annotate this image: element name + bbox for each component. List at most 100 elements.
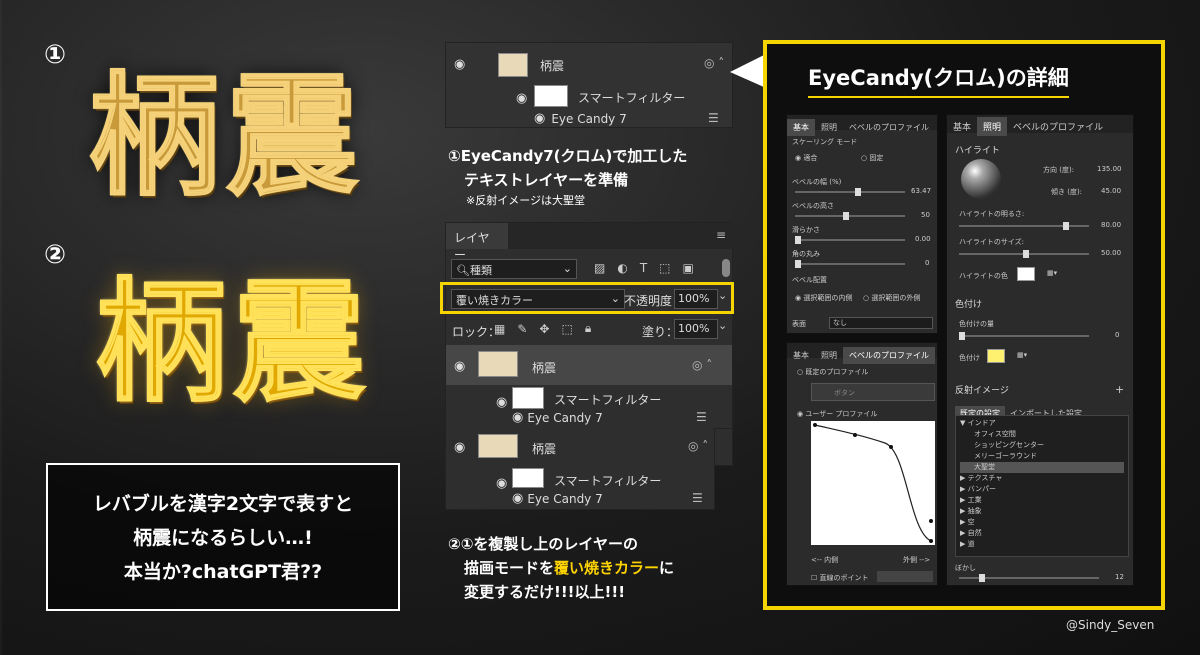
filter-options-icon[interactable]: ☰ [696,410,707,424]
preset-profile-radio[interactable]: ○ 既定のプロファイル [797,367,868,377]
size-slider[interactable] [959,250,1089,258]
tree-item[interactable]: ショッピングセンター [960,440,1124,451]
shape-filter-icon[interactable]: ⬚ [659,261,670,275]
eye-icon[interactable]: ◉ [454,57,465,72]
color-picker-icon[interactable]: ▦▾ [1047,269,1057,277]
tree-item[interactable]: メリーゴーラウンド [960,451,1124,462]
tab-bevel-profile[interactable]: ベベルのプロファイル [843,347,935,364]
add-icon[interactable]: + [1115,383,1124,396]
smart-object-icon[interactable]: ◎ ˄ [704,56,724,70]
tint-color-swatch[interactable] [987,349,1005,363]
eye-icon[interactable]: ◉ [496,395,507,410]
tree-item[interactable]: ▶ 自然 [960,528,1124,539]
tree-item[interactable]: オフィス空間 [960,429,1124,440]
scale-fit-radio[interactable]: ◉ 適合 [795,153,817,163]
tint-amount-label: 色付けの量 [959,320,994,328]
filter-mask-thumbnail [512,468,544,488]
color-picker-icon[interactable]: ▦▾ [1017,351,1027,359]
tree-item[interactable]: ▶ 工業 [960,495,1124,506]
lock-position-icon[interactable]: ✥ [539,322,549,336]
eyecandy-lighting-panel: 基本 照明 ベベルのプロファイル ハイライト 方向 (度): 135.00 傾き (… [946,114,1134,586]
scale-fixed-radio[interactable]: ○ 固定 [861,153,883,163]
smoothness-slider[interactable] [795,236,905,244]
eyecandy-profile-panel: 基本 照明 ベベルのプロファイル ○ 既定のプロファイル ボタン ◉ ユーザー プロ… [786,342,938,586]
eye-icon[interactable]: ◉ [496,476,507,491]
tab-lighting[interactable]: 照明 [977,117,1008,136]
tree-item[interactable]: ▶ 空 [960,517,1124,528]
filter-options-icon[interactable]: ☰ [692,491,703,505]
eye-icon[interactable]: ◉ [512,491,523,506]
layer-name[interactable]: 柄震 [540,57,564,74]
smart-filter-label[interactable]: スマートフィルター [578,89,685,106]
eye-icon[interactable]: ◉ [534,111,545,126]
image-filter-icon[interactable]: ▨ [594,261,605,275]
filter-name[interactable]: Eye Candy 7 [527,411,602,425]
panel-menu-icon[interactable]: ≡ [716,228,726,242]
smart-object-filter-icon[interactable]: ▣ [683,261,694,275]
layer-name[interactable]: 柄震 [532,440,556,457]
eye-icon[interactable]: ◉ [516,91,527,106]
profile-curve-editor[interactable] [811,421,935,545]
highlight-label: ハイライト [955,146,1000,156]
smart-filter-label[interactable]: スマートフィルター [554,391,661,408]
tab-basic[interactable]: 基本 [947,117,977,136]
direction-value[interactable]: 135.00 [1097,165,1122,173]
straight-point-checkbox[interactable]: ☐ 直線のポイント [811,573,869,583]
tab-bevel-profile[interactable]: ベベルのプロファイル [1007,117,1109,136]
filter-name[interactable]: Eye Candy 7 [551,112,626,126]
tab-basic[interactable]: 基本 [787,347,815,364]
fill-input[interactable]: 100% [674,319,718,339]
gold-text-sample: 柄震 [94,264,371,421]
corner-round-slider[interactable] [795,260,905,268]
tilt-value[interactable]: 45.00 [1101,187,1121,195]
direction-label: 方向 (度): [1043,166,1075,174]
tree-item[interactable]: ▼ インドア [960,418,1124,429]
smart-object-icon[interactable]: ◎ ˄ [692,358,712,372]
filter-toggle[interactable] [722,259,730,277]
bevel-width-slider[interactable] [795,188,905,196]
tab-bevel-profile[interactable]: ベベルのプロファイル [843,119,935,136]
layer-name[interactable]: 柄震 [532,359,556,376]
smart-filter-label[interactable]: スマートフィルター [554,472,661,489]
surface-select[interactable]: なし [829,317,933,329]
eye-icon[interactable]: ◉ [454,359,465,374]
delete-point-button[interactable] [877,571,933,582]
tab-lighting[interactable]: 照明 [815,347,843,364]
bevel-height-slider[interactable] [795,212,905,220]
tab-basic[interactable]: 基本 [787,119,815,136]
tree-item[interactable]: ▶ バンパー [960,484,1124,495]
inside-radio[interactable]: ◉ 選択範囲の内側 [795,293,852,303]
tree-item[interactable]: ▶ 抽象 [960,506,1124,517]
eye-icon[interactable]: ◉ [454,440,465,455]
tab-layers[interactable]: レイヤー [446,223,508,262]
filter-kind-select[interactable]: 🔍︎種類 ⌄ [451,259,577,279]
lock-icon[interactable]: 🔒︎ [585,321,591,336]
adjustment-filter-icon[interactable]: ◐ [617,261,627,275]
light-direction-sphere[interactable] [961,159,1001,199]
blur-slider[interactable] [959,574,1099,582]
fill-dropdown[interactable]: ⌄ [718,319,732,339]
brightness-slider[interactable] [959,222,1089,230]
slider-value: 50 [921,211,930,219]
tint-amount-slider[interactable] [959,332,1089,340]
filter-options-icon[interactable]: ☰ [708,111,719,125]
eye-icon[interactable]: ◉ [512,410,523,425]
preset-select[interactable]: ボタン [811,383,935,401]
size-value: 50.00 [1101,249,1122,257]
tab-lighting[interactable]: 照明 [815,119,843,136]
artboard-icon[interactable]: ⬚ [561,322,572,336]
filter-name[interactable]: Eye Candy 7 [527,492,602,506]
highlight-color-swatch[interactable] [1017,267,1035,281]
slider-label: 滑らかさ [792,226,820,234]
tree-item[interactable]: ▶ 道 [960,539,1124,550]
fill-label: 塗り： [642,325,679,339]
lock-paint-icon[interactable]: ✎ [517,322,527,336]
outside-radio[interactable]: ○ 選択範囲の外側 [863,293,920,303]
tree-item[interactable]: ▶ テクスチャ [960,473,1124,484]
tree-item-selected[interactable]: 大聖堂 [960,462,1124,473]
brightness-value: 80.00 [1101,221,1122,229]
lock-transparency-icon[interactable]: ▦ [494,322,505,336]
text-filter-icon[interactable]: T [640,261,647,275]
smart-object-icon[interactable]: ◎ ˄ [688,439,708,453]
user-profile-radio[interactable]: ◉ ユーザー プロファイル [797,409,877,419]
